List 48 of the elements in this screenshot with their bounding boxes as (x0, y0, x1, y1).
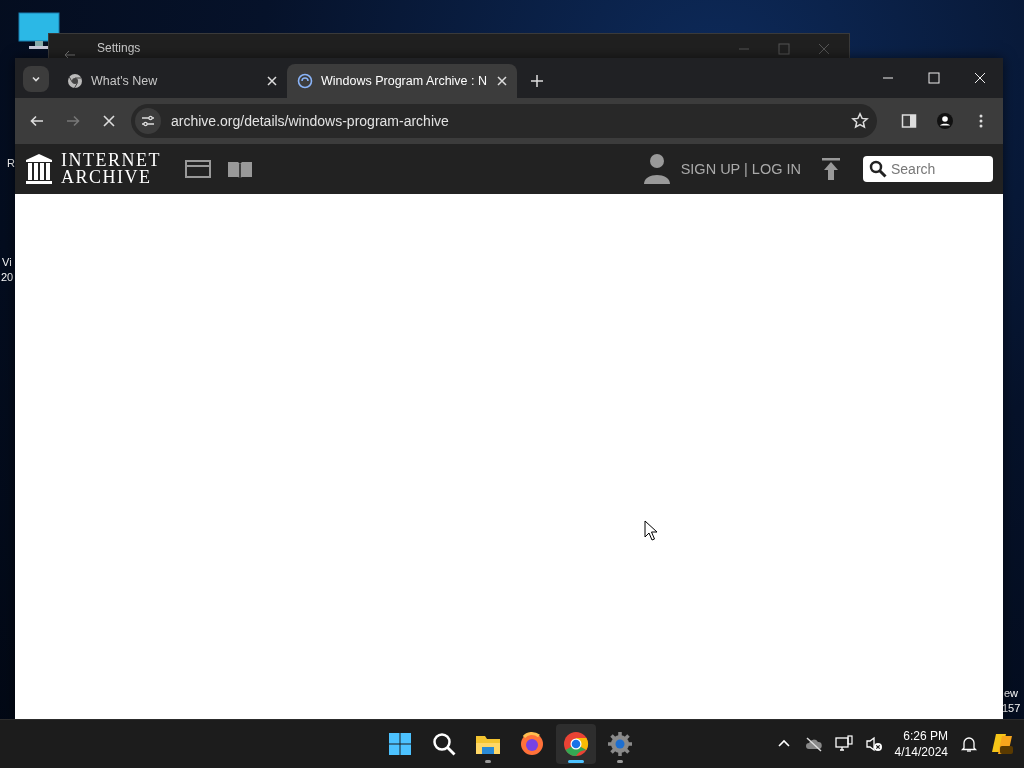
chrome-logo-icon (563, 731, 589, 757)
url-text: archive.org/details/windows-program-archive (171, 113, 450, 129)
loading-globe-icon (297, 73, 313, 89)
gear-icon (607, 731, 633, 757)
chrome-button[interactable] (556, 724, 596, 764)
search-icon (431, 731, 457, 757)
web-window-icon[interactable] (185, 159, 211, 179)
mouse-cursor-icon (644, 520, 658, 541)
clock[interactable]: 6:26 PM 4/14/2024 (894, 728, 948, 760)
user-icon[interactable] (642, 153, 671, 185)
book-icon[interactable] (227, 159, 253, 179)
copilot-icon[interactable] (990, 732, 1014, 756)
browser-tab[interactable]: What's New (57, 64, 287, 98)
address-bar[interactable]: archive.org/details/windows-program-archive (131, 104, 877, 138)
logo-text[interactable]: ARCHIVE (61, 169, 161, 186)
monitor-icon[interactable] (18, 12, 60, 50)
desktop-icon-label[interactable]: R (7, 156, 15, 170)
speaker-muted-icon[interactable] (864, 735, 883, 753)
search-field[interactable]: Search (863, 156, 993, 182)
network-icon[interactable] (834, 735, 853, 753)
cloud-off-icon[interactable] (804, 735, 823, 753)
upload-icon[interactable] (821, 157, 841, 181)
tab-search-button[interactable] (23, 66, 49, 92)
logo-text[interactable]: INTERNET (61, 152, 161, 169)
stop-icon (101, 113, 117, 129)
plus-icon (530, 74, 544, 88)
desktop-icon-label[interactable]: 157 (1002, 701, 1021, 715)
side-panel-icon (901, 113, 917, 129)
bell-icon[interactable] (960, 735, 978, 753)
desktop-icon-label[interactable]: Vi (2, 255, 12, 269)
desktop-icon-label[interactable]: 20 (1, 270, 14, 284)
windows-logo-icon (387, 731, 413, 757)
profile-icon (937, 113, 953, 129)
bookmark-star-icon[interactable] (851, 112, 869, 130)
forward-arrow-icon (65, 113, 81, 129)
sign-up-log-in-link[interactable]: SIGN UP | LOG IN (680, 161, 801, 177)
search-icon (869, 160, 887, 178)
time-text: 6:26 PM (903, 728, 948, 744)
browser-tab[interactable]: Windows Program Archive : N (287, 64, 517, 98)
date-text: 4/14/2024 (894, 744, 948, 760)
chrome-logo-icon (67, 73, 83, 89)
firefox-logo-icon (519, 731, 545, 757)
sliders-icon (141, 114, 155, 128)
site-info-button[interactable] (135, 108, 161, 134)
window-title: Settings (97, 41, 141, 55)
desktop-icon-label[interactable]: ew (1004, 686, 1019, 700)
temple-logo-icon[interactable] (25, 153, 53, 185)
back-arrow-icon (29, 113, 45, 129)
